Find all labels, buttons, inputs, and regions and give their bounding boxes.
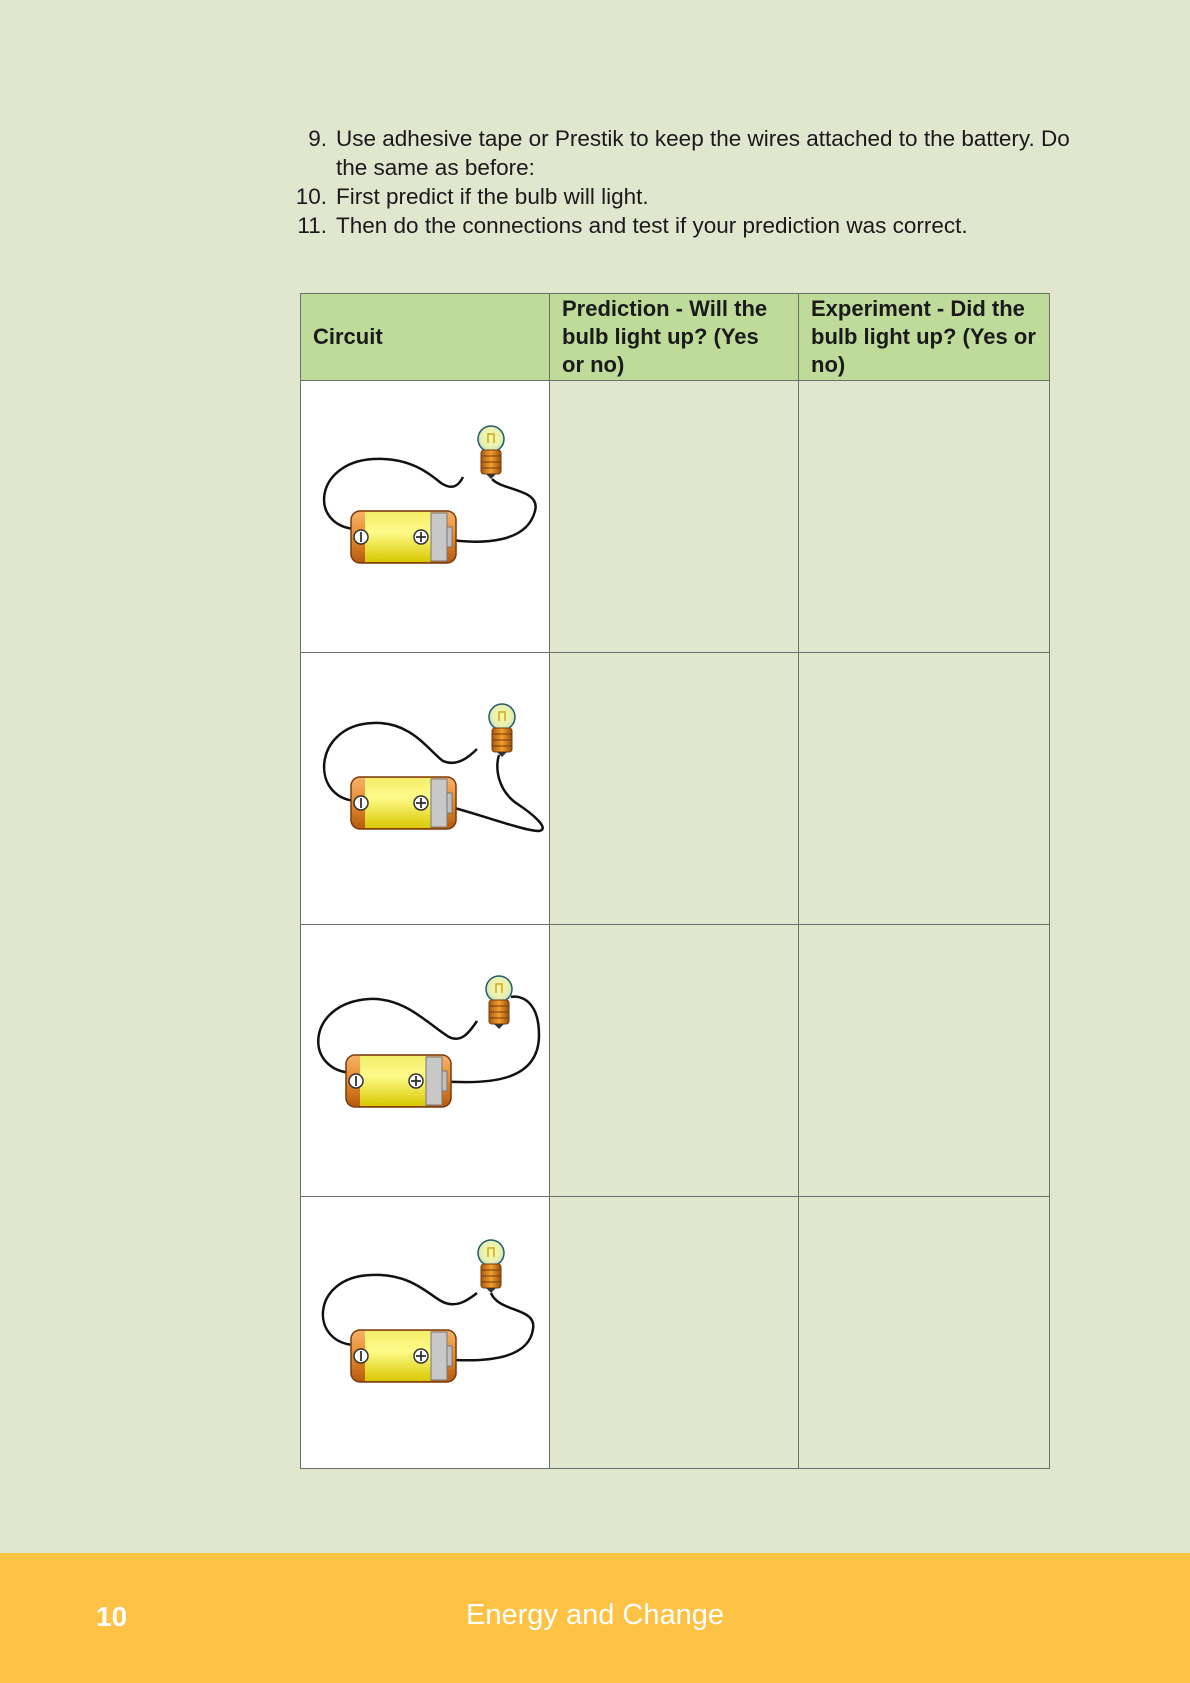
circuit-diagram-4 — [321, 1239, 535, 1383]
column-header-circuit: Circuit — [300, 293, 550, 381]
light-bulb-icon — [488, 703, 516, 757]
circuit-diagram-3 — [317, 975, 541, 1108]
column-header-prediction: Prediction - Will the bulb light up? (Ye… — [549, 293, 799, 381]
table-row — [300, 652, 1050, 925]
page-footer: 10 Energy and Change — [0, 1553, 1190, 1683]
circuit-cell — [300, 1196, 550, 1469]
instruction-list: 9. Use adhesive tape or Prestik to keep … — [282, 124, 1102, 240]
prediction-answer-cell[interactable] — [549, 380, 799, 653]
circuit-diagram-1 — [323, 425, 537, 564]
circuit-table: Circuit Prediction - Will the bulb light… — [300, 293, 1050, 1469]
table-row — [300, 1196, 1050, 1469]
instruction-item: 9. Use adhesive tape or Prestik to keep … — [282, 124, 1102, 182]
table-row — [300, 924, 1050, 1197]
light-bulb-icon — [477, 1239, 505, 1293]
table-row — [300, 380, 1050, 653]
column-header-experiment: Experiment - Did the bulb light up? (Yes… — [798, 293, 1050, 381]
instruction-item: 10. First predict if the bulb will light… — [282, 182, 1102, 211]
circuit-cell — [300, 652, 550, 925]
table-header-row: Circuit Prediction - Will the bulb light… — [300, 293, 1050, 381]
instruction-text: First predict if the bulb will light. — [336, 184, 649, 209]
battery-icon — [345, 1054, 452, 1108]
battery-icon — [350, 776, 457, 830]
battery-icon — [350, 1329, 457, 1383]
book-title: Energy and Change — [466, 1599, 724, 1631]
circuit-diagram-2 — [323, 703, 544, 833]
light-bulb-icon — [485, 975, 513, 1029]
instruction-number: 9. — [308, 126, 327, 151]
light-bulb-icon — [477, 425, 505, 479]
prediction-answer-cell[interactable] — [549, 1196, 799, 1469]
experiment-answer-cell[interactable] — [798, 652, 1050, 925]
experiment-answer-cell[interactable] — [798, 380, 1050, 653]
instruction-text: Then do the connections and test if your… — [336, 213, 968, 238]
instruction-text: Use adhesive tape or Prestik to keep the… — [336, 126, 1070, 180]
instruction-item: 11. Then do the connections and test if … — [282, 211, 1102, 240]
experiment-answer-cell[interactable] — [798, 1196, 1050, 1469]
circuit-cell — [300, 924, 550, 1197]
instruction-number: 11. — [297, 213, 327, 238]
battery-icon — [350, 510, 457, 564]
experiment-answer-cell[interactable] — [798, 924, 1050, 1197]
instruction-number: 10. — [295, 184, 327, 209]
prediction-answer-cell[interactable] — [549, 924, 799, 1197]
circuit-cell — [300, 380, 550, 653]
prediction-answer-cell[interactable] — [549, 652, 799, 925]
